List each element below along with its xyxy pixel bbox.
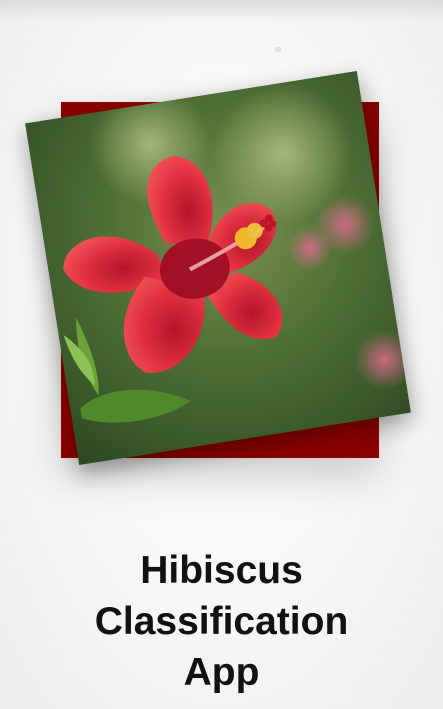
app-title-line-2: Classification	[94, 600, 349, 643]
app-title: Hibiscus Classification App	[0, 545, 443, 698]
hibiscus-photo	[25, 70, 411, 466]
decorative-dot	[275, 47, 281, 52]
app-title-line-3: App	[183, 651, 260, 694]
top-edge-shadow	[0, 0, 443, 22]
app-title-line-1: Hibiscus	[140, 549, 303, 592]
